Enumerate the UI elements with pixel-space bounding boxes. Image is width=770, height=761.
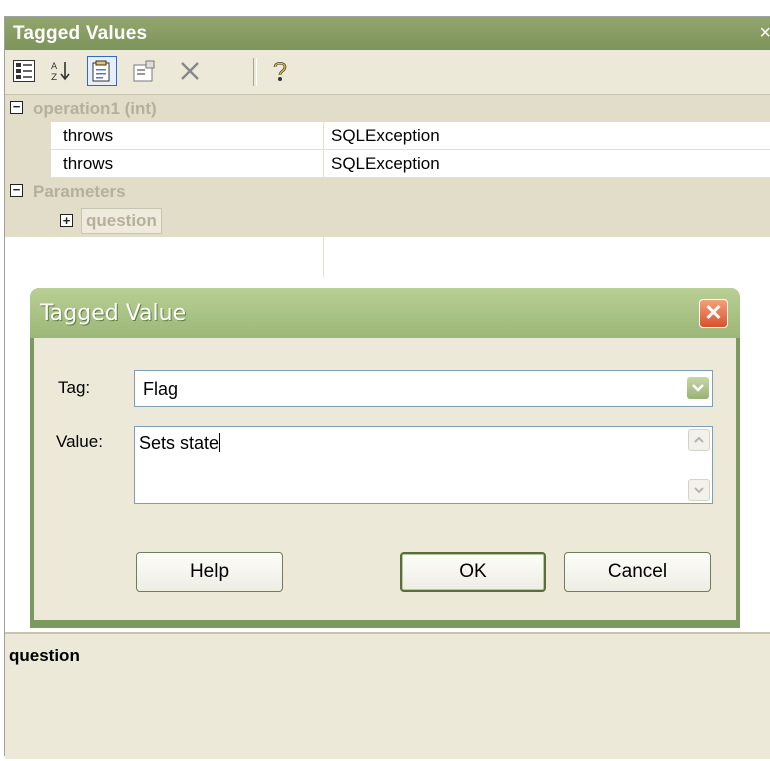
text-caret [219, 433, 221, 452]
sort-az-button[interactable]: A Z [45, 56, 75, 86]
panel-titlebar: Tagged Values × [5, 17, 770, 51]
group-operation[interactable]: − operation1 (int) [5, 95, 770, 122]
value-textarea[interactable]: Sets state [134, 426, 713, 504]
dialog-close-button[interactable]: ✕ [699, 299, 728, 328]
properties-icon [133, 60, 155, 82]
value-cell: SQLException [331, 126, 440, 145]
tagged-value-dialog: Tagged Value ✕ Tag: Flag Value: Sets sta… [30, 288, 740, 628]
description-name: question [9, 646, 80, 665]
chevron-down-icon [694, 487, 704, 493]
panel-close-button[interactable]: × [759, 22, 770, 45]
collapse-icon[interactable]: − [10, 100, 23, 114]
help-icon [273, 61, 287, 81]
help-dialog-button[interactable]: Help [136, 552, 283, 592]
cell-divider [323, 150, 324, 177]
tag-cell: throws [63, 126, 114, 145]
value-text-content: Sets state [139, 433, 220, 453]
new-tag-button[interactable] [87, 56, 117, 86]
delete-button[interactable] [175, 56, 205, 86]
expand-icon[interactable]: + [60, 214, 73, 227]
dialog-body: Tag: Flag Value: Sets state Help OK Canc… [34, 338, 736, 620]
properties-button[interactable] [129, 56, 159, 86]
svg-text:A: A [51, 62, 58, 72]
dialog-titlebar: Tagged Value ✕ [30, 288, 740, 338]
chevron-up-icon [694, 437, 704, 443]
delete-icon [181, 62, 199, 80]
panel-title: Tagged Values [13, 23, 148, 44]
help-button[interactable] [265, 56, 295, 86]
dialog-title: Tagged Value [40, 301, 187, 326]
cancel-button[interactable]: Cancel [564, 552, 711, 592]
ok-button[interactable]: OK [400, 552, 546, 592]
svg-text:Z: Z [51, 73, 57, 83]
vertical-scrollbar[interactable] [688, 429, 710, 501]
collapse-icon[interactable]: − [10, 183, 23, 197]
dropdown-button[interactable] [687, 377, 709, 399]
new-tag-icon [92, 60, 110, 82]
table-row[interactable]: throws SQLException [51, 150, 770, 178]
cell-divider [323, 122, 324, 149]
scroll-up-button[interactable] [688, 429, 710, 451]
tag-label: Tag: [58, 378, 91, 397]
tag-combobox-value: Flag [143, 379, 179, 399]
row-indent [5, 122, 51, 178]
parameter-label: question [81, 208, 162, 234]
categorized-view-icon [13, 60, 35, 82]
description-pane: question [5, 632, 770, 759]
group-label: Parameters [33, 182, 126, 201]
sort-az-icon: A Z [51, 62, 70, 83]
value-text: Sets state [139, 433, 221, 454]
toolbar-separator [253, 58, 257, 86]
group-label: operation1 (int) [33, 99, 157, 118]
value-label: Value: [56, 432, 103, 451]
value-cell: SQLException [331, 154, 440, 173]
scroll-down-button[interactable] [688, 479, 710, 501]
tag-combobox[interactable]: Flag [134, 370, 713, 407]
group-parameters[interactable]: − Parameters [5, 178, 770, 205]
toolbar: A Z [5, 50, 770, 95]
chevron-down-icon [692, 384, 704, 392]
categorized-view-button[interactable] [9, 56, 39, 86]
parameter-row[interactable]: + question [5, 205, 770, 237]
table-row[interactable]: throws SQLException [51, 122, 770, 150]
column-divider [323, 237, 324, 277]
tag-cell: throws [63, 154, 114, 173]
